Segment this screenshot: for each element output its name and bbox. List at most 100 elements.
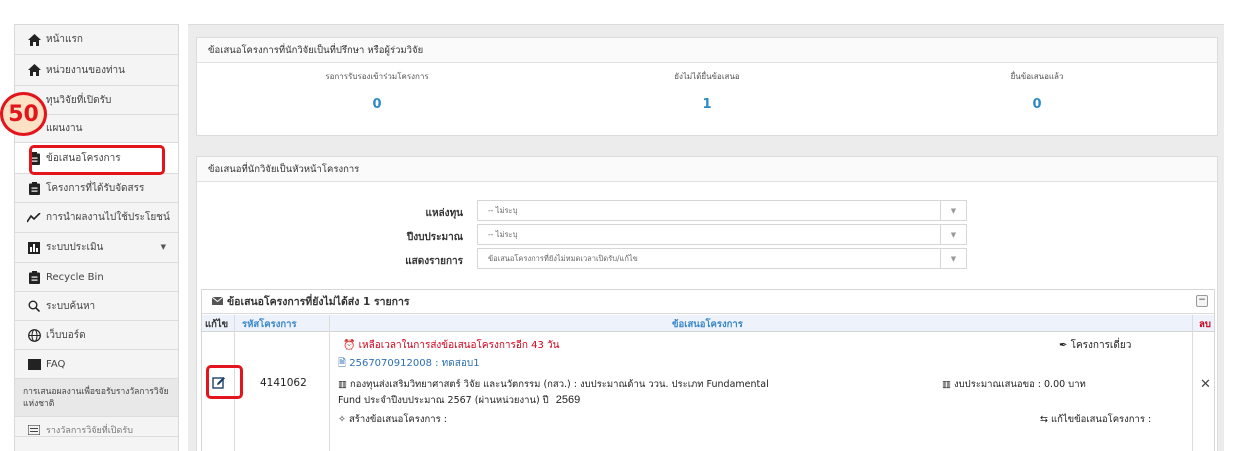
sidebar-item-faq[interactable]: FAQ: [15, 350, 178, 379]
panel-title: ข้อเสนอที่นักวิจัยเป็นหัวหน้าโครงการ: [197, 157, 1217, 182]
fund-text: Fund ประจำปีงบประมาณ 2567 (ผ่านหน่วยงาน)…: [338, 395, 549, 406]
sidebar-item-home[interactable]: หน้าแรก: [15, 25, 178, 55]
sidebar-item-my-unit[interactable]: หน่วยงานของท่าน: [15, 55, 178, 86]
project-type: ✒ โครงการเดี่ยว: [1059, 338, 1131, 353]
sidebar-item-label: ระบบค้นหา: [46, 300, 96, 312]
proposal-id: 2567070912008 : ทดสอบ1: [349, 358, 480, 369]
filter-label: แสดงรายการ: [405, 256, 463, 267]
sidebar-item-label: รางวัลการวิจัยที่เปิดรับ: [46, 426, 133, 436]
stat-not-submitted: ยังไม่ได้ยื่นข้อเสนอ 1: [597, 70, 817, 112]
pen-icon: ✒: [1059, 340, 1068, 351]
fiscal-year-select[interactable]: -- ไม่ระบุ ▼: [477, 224, 967, 245]
trend-icon: [27, 211, 41, 225]
sidebar-item-label: การเสนอผลงานเพื่อขอรับรางวัลการวิจัยแห่ง…: [23, 386, 169, 409]
collapse-button[interactable]: −: [1196, 295, 1208, 307]
barcode-icon: ▥: [942, 379, 951, 390]
select-value: -- ไม่ระบุ: [488, 229, 518, 239]
create-label: สร้างข้อเสนอโครงการ :: [349, 414, 447, 425]
sidebar-item-funded-projects[interactable]: โครงการที่ได้รับจัดสรร: [15, 174, 178, 203]
stat-value[interactable]: 0: [927, 97, 1147, 112]
envelope-icon: [211, 296, 224, 308]
edit-proposal[interactable]: ⇆ แก้ไขข้อเสนอโครงการ :: [1040, 412, 1151, 427]
list-title-text: ข้อเสนอโครงการที่ยังไม่ได้ส่ง 1 รายการ: [227, 296, 410, 308]
stat-label: รอการรับรองเข้าร่วมโครงการ: [325, 72, 429, 81]
sidebar-item-label: FAQ: [46, 358, 66, 370]
fund-line-1: ▥ กองทุนส่งเสริมวิทยาศาสตร์ วิจัย และนวั…: [338, 377, 769, 392]
project-type-label: โครงการเดี่ยว: [1070, 340, 1132, 351]
sidebar-item-label: ทุนวิจัยที่เปิดรับ: [46, 94, 112, 106]
chevron-down-icon: ▼: [940, 225, 966, 244]
sidebar-item-utilization[interactable]: การนำผลงานไปใช้ประโยชน์: [15, 203, 178, 233]
sidebar-item-evaluation[interactable]: ระบบประเมิน ▼: [15, 233, 178, 263]
col-delete: ลบ: [1199, 319, 1211, 330]
col-proposal: ข้อเสนอโครงการ: [672, 319, 743, 330]
square-icon: [27, 357, 41, 371]
list-title: ข้อเสนอโครงการที่ยังไม่ได้ส่ง 1 รายการ: [202, 290, 1214, 314]
document-icon: 🗎: [338, 358, 347, 369]
filter-row-fiscal-year: ปีงบประมาณ -- ไม่ระบุ ▼: [197, 224, 1217, 246]
column-divider: [1192, 315, 1193, 451]
stat-submitted: ยื่นข้อเสนอแล้ว 0: [927, 70, 1147, 112]
sidebar: หน้าแรก หน่วยงานของท่าน ทุนวิจัยที่เปิดร…: [14, 24, 179, 451]
sidebar-item-label: หน้าแรก: [46, 34, 83, 45]
highlight-proposals-item: [29, 145, 165, 175]
advisor-panel: ข้อเสนอโครงการที่นักวิจัยเป็นที่ปรึกษา ห…: [196, 37, 1218, 136]
sidebar-item-search[interactable]: ระบบค้นหา: [15, 292, 178, 321]
sidebar-item-label: เว็บบอร์ด: [46, 329, 86, 341]
budget-label: งบประมาณเสนอขอ : 0.00 บาท: [954, 379, 1086, 390]
table-header: แก้ไข รหัสโครงการ ข้อเสนอโครงการ ลบ: [202, 315, 1214, 332]
fund-source-select[interactable]: -- ไม่ระบุ ▼: [477, 200, 967, 221]
chevron-down-icon: ▼: [940, 201, 966, 220]
project-code: 4141062: [260, 377, 307, 389]
bar-chart-icon: [27, 241, 41, 255]
select-value: ข้อเสนอโครงการที่ยังไม่หมดเวลาเปิดรับ/แก…: [488, 253, 638, 263]
stat-pending: รอการรับรองเข้าร่วมโครงการ 0: [267, 70, 487, 112]
sidebar-item-label: แผนงาน: [46, 123, 83, 134]
clipboard-icon: [27, 181, 41, 195]
filter-row-display: แสดงรายการ ข้อเสนอโครงการที่ยังไม่หมดเวล…: [197, 248, 1217, 270]
stat-value[interactable]: 1: [597, 97, 817, 112]
panel-title: ข้อเสนอโครงการที่นักวิจัยเป็นที่ปรึกษา ห…: [197, 38, 1217, 63]
main-content: ข้อเสนอโครงการที่นักวิจัยเป็นที่ปรึกษา ห…: [188, 24, 1224, 451]
chevron-down-icon: ▼: [160, 243, 166, 251]
home-icon: [27, 63, 41, 77]
sidebar-item-label: ระบบประเมิน: [46, 242, 104, 253]
sidebar-item-label: การนำผลงานไปใช้ประโยชน์: [46, 212, 170, 223]
sidebar-item-national-award[interactable]: การเสนอผลงานเพื่อขอรับรางวัลการวิจัยแห่ง…: [15, 379, 178, 417]
column-divider: [329, 315, 330, 451]
sidebar-item-recycle-bin[interactable]: Recycle Bin: [15, 263, 178, 292]
leader-panel: ข้อเสนอที่นักวิจัยเป็นหัวหน้าโครงการ แหล…: [196, 156, 1218, 451]
sidebar-item-open-awards[interactable]: รางวัลการวิจัยที่เปิดรับ: [15, 417, 178, 437]
chevron-down-icon: ▼: [940, 249, 966, 268]
clipboard-icon: [27, 270, 41, 284]
sidebar-item-label: โครงการที่ได้รับจัดสรร: [46, 182, 145, 194]
fund-year: 2569: [555, 394, 581, 406]
sidebar-item-label: Recycle Bin: [46, 271, 104, 283]
deadline-label: เหลือเวลาในการส่งข้อเสนอโครงการอีก 43 วั…: [358, 340, 560, 351]
sidebar-item-webboard[interactable]: เว็บบอร์ด: [15, 321, 178, 350]
delete-button[interactable]: ✕: [1200, 377, 1211, 392]
swap-icon: ⇆: [1040, 414, 1048, 425]
barcode-icon: ▥: [338, 379, 347, 390]
display-select[interactable]: ข้อเสนอโครงการที่ยังไม่หมดเวลาเปิดรับ/แก…: [477, 248, 967, 269]
highlight-edit-button: [206, 365, 243, 399]
filter-label: แหล่งทุน: [425, 208, 463, 219]
deadline-text: ⏰ เหลือเวลาในการส่งข้อเสนอโครงการอีก 43 …: [343, 338, 559, 353]
requested-budget: ▥ งบประมาณเสนอขอ : 0.00 บาท: [942, 377, 1086, 392]
fund-line-2: Fund ประจำปีงบประมาณ 2567 (ผ่านหน่วยงาน)…: [338, 393, 580, 408]
proposal-link[interactable]: 🗎 2567070912008 : ทดสอบ1: [338, 356, 480, 373]
col-edit: แก้ไข: [205, 319, 229, 330]
search-icon: [27, 299, 41, 313]
home-icon: [27, 33, 41, 47]
list-icon: [27, 423, 41, 437]
sidebar-item-label: หน่วยงานของท่าน: [46, 64, 126, 76]
select-value: -- ไม่ระบุ: [488, 205, 518, 215]
create-proposal: ✧ สร้างข้อเสนอโครงการ :: [338, 412, 447, 427]
edit-proposal-label: แก้ไขข้อเสนอโครงการ :: [1051, 414, 1152, 425]
stat-label: ยังไม่ได้ยื่นข้อเสนอ: [674, 72, 740, 81]
globe-icon: [27, 328, 41, 342]
filter-label: ปีงบประมาณ: [406, 232, 463, 243]
stat-value[interactable]: 0: [267, 97, 487, 112]
unsubmitted-list: ข้อเสนอโครงการที่ยังไม่ได้ส่ง 1 รายการ −…: [201, 289, 1215, 451]
filter-row-fund-source: แหล่งทุน -- ไม่ระบุ ▼: [197, 200, 1217, 222]
